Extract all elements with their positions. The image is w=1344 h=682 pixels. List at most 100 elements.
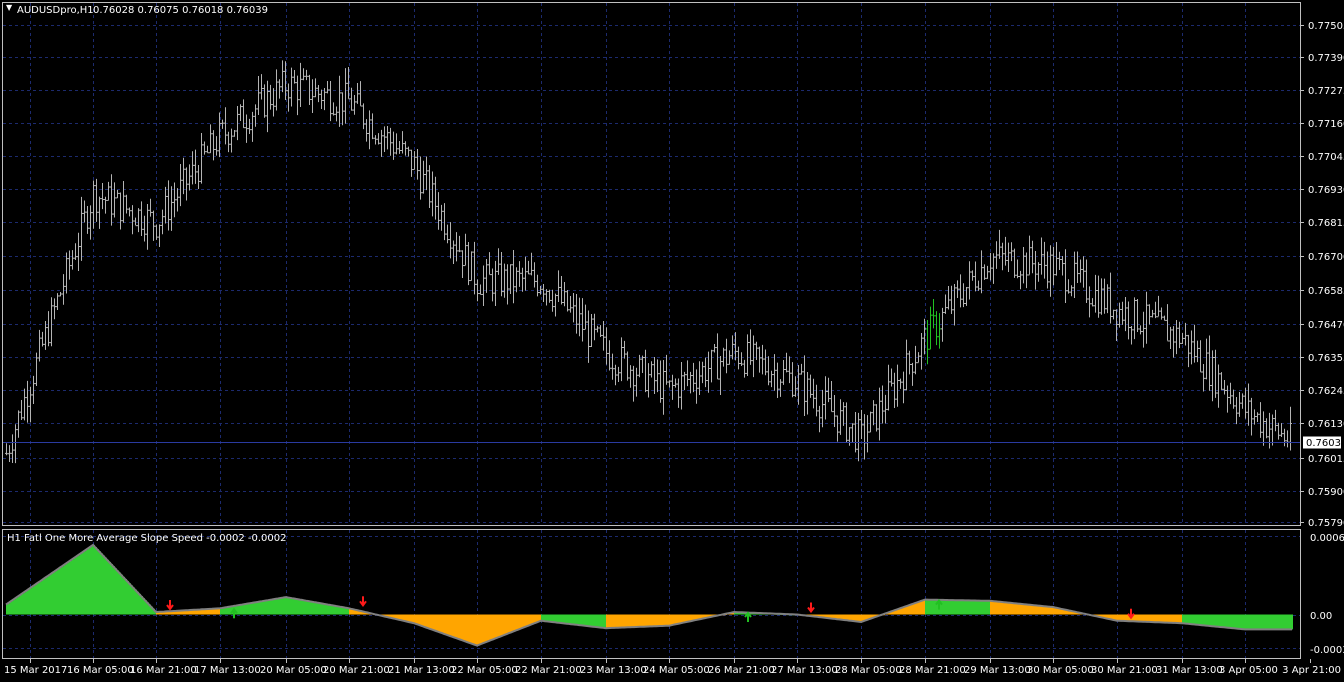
histogram-bar [1028,604,1030,615]
histogram-bar [1006,602,1008,615]
histogram-bar [1192,614,1194,625]
histogram-bar [666,614,668,626]
histogram-bar [587,614,589,626]
histogram-bar [1137,614,1139,622]
histogram-bar [597,614,599,628]
histogram-bar [1190,614,1192,624]
histogram-bar [975,600,977,615]
histogram-bar [1259,614,1261,630]
histogram-bar [610,614,612,629]
histogram-bar [618,614,620,628]
histogram-bar [1141,614,1143,622]
histogram-bar [1155,614,1157,623]
current-price-marker: 0.76039 [1303,436,1344,449]
histogram-bar [1257,614,1259,630]
histogram-bar [855,614,857,622]
histogram-bar [479,614,481,645]
histogram-bar [1050,606,1052,615]
histogram-bar [927,599,929,615]
histogram-bar [8,603,10,615]
indicator-tick-label: -0.0003 [1310,645,1344,656]
histogram-bar [1194,614,1196,625]
histogram-bar [1202,614,1204,626]
time-tick-label: 23 Mar 13:00 [580,665,647,676]
histogram-bar [1218,614,1220,627]
histogram-bar [1145,614,1147,622]
histogram-bar [272,599,274,615]
trading-chart[interactable]: 0.77505 0.77390 0.77275 0.77160 0.77045 0.769… [0,0,1344,682]
histogram-bar [22,593,24,615]
histogram-bar [917,602,919,615]
histogram-bar [945,599,947,615]
histogram-bar [80,553,82,615]
histogram-bar [1040,605,1042,615]
histogram-bar [859,614,861,622]
histogram-bar [306,600,308,615]
histogram-bar [107,559,109,615]
histogram-bar [1198,614,1200,625]
histogram-bar [656,614,658,627]
histogram-bar [276,598,278,615]
histogram-bar [474,614,476,645]
time-tick-label: 28 Mar 05:00 [835,665,902,676]
time-tick-label: 28 Mar 21:00 [899,665,966,676]
histogram-bar [426,614,428,628]
current-price-label: 0.76039 [1306,438,1344,449]
price-tick-label: 0.77275 [1308,86,1344,97]
histogram-bar [316,602,318,615]
histogram-bar [569,614,571,624]
histogram-bar [1157,614,1159,623]
histogram-bar [330,604,332,615]
price-tick-label: 0.76930 [1308,185,1344,196]
histogram-bar [1283,614,1285,630]
histogram-bar [579,614,581,626]
histogram-bar [119,572,121,615]
histogram-bar [1186,614,1188,624]
histogram-bar [614,614,616,628]
histogram-bar [30,588,32,615]
histogram-bar [302,599,304,615]
price-tick-label: 0.76245 [1308,386,1344,397]
histogram-bar [481,614,483,645]
histogram-bar [262,601,264,615]
histogram-bar [1261,614,1263,630]
histogram-bar [448,614,450,636]
histogram-bar [418,614,420,625]
histogram-bar [1279,614,1281,630]
histogram-bar [440,614,442,633]
histogram-bar [913,603,915,615]
histogram-bar [60,567,62,615]
time-tick-label: 31 Mar 13:00 [1156,665,1223,676]
histogram-bar [1179,614,1181,624]
histogram-bar [987,600,989,615]
histogram-bar [551,614,553,622]
histogram-bar [1008,602,1010,615]
histogram-bar [1267,614,1269,630]
symbol-dropdown-icon[interactable]: ▼ [6,3,13,12]
histogram-bar [420,614,422,626]
histogram-bar [244,604,246,615]
time-tick-label: 29 Mar 13:00 [964,665,1031,676]
histogram-bar [511,614,513,633]
histogram-bar [121,574,123,615]
histogram-bar [933,599,935,615]
histogram-bar [1210,614,1212,626]
histogram-bar [38,582,40,615]
histogram-bar [973,600,975,615]
price-tick-label: 0.76585 [1308,286,1344,297]
histogram-bar [135,589,137,615]
histogram-bar [326,604,328,615]
histogram-bar [563,614,565,624]
histogram-bar [497,614,499,638]
histogram-bar [650,614,652,627]
histogram-bar [515,614,517,631]
histogram-bar [669,614,671,626]
histogram-bar [1208,614,1210,626]
histogram-bar [1204,614,1206,626]
histogram-bar [36,583,38,615]
time-tick-label: 30 Mar 21:00 [1091,665,1158,676]
histogram-bar [70,560,72,615]
histogram-bar [42,579,44,615]
histogram-bar [903,607,905,615]
histogram-bar [545,614,547,622]
